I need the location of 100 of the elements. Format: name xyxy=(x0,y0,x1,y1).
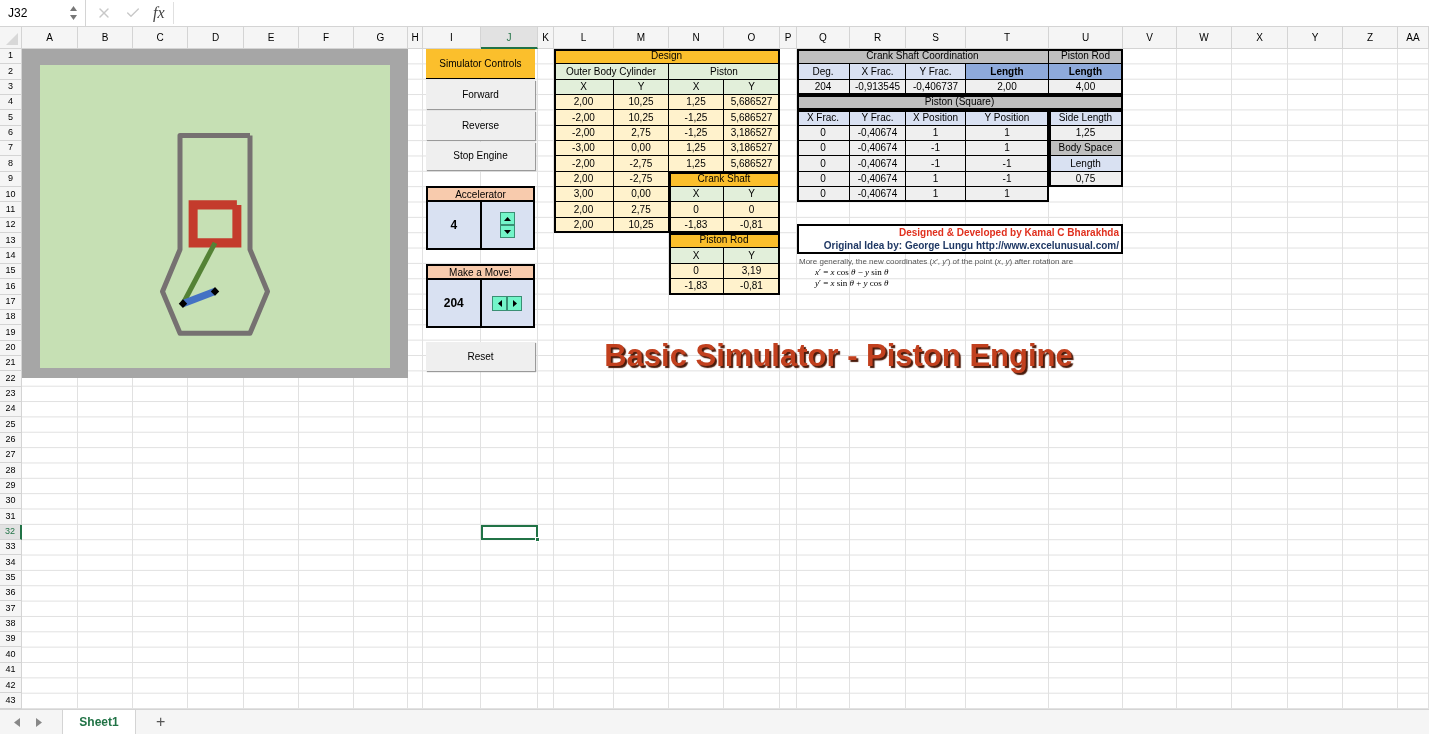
table-header: Deg. xyxy=(797,64,850,80)
row-header[interactable]: 10 xyxy=(0,187,22,203)
table-cell: 2,00 xyxy=(554,95,614,111)
reset-button[interactable]: Reset xyxy=(426,342,535,372)
name-box[interactable]: J32 xyxy=(0,0,86,26)
spin-down-button[interactable] xyxy=(499,225,515,239)
scroll-right-button[interactable] xyxy=(507,295,523,311)
column-header[interactable]: E xyxy=(244,27,299,49)
column-header[interactable]: C xyxy=(133,27,188,49)
row-header[interactable]: 13 xyxy=(0,233,22,249)
table-cell: -0,40674 xyxy=(850,141,906,157)
column-header[interactable]: AA xyxy=(1398,27,1429,49)
row-header[interactable]: 31 xyxy=(0,509,22,525)
up-arrow-icon xyxy=(503,216,511,221)
row-header[interactable]: 43 xyxy=(0,693,22,709)
table-header: Outer Body Cylinder xyxy=(554,64,669,80)
table-header: Length xyxy=(1049,156,1123,172)
designer-credit: Designed & Developed by Kamal C Bharakhda xyxy=(898,227,1119,238)
table-cell: -2,75 xyxy=(614,156,669,172)
column-header[interactable]: D xyxy=(188,27,244,49)
control-button[interactable]: Forward xyxy=(426,79,535,109)
row-header[interactable]: 22 xyxy=(0,371,22,387)
table-cell: 0,00 xyxy=(614,187,669,203)
rotation-formula: x′ = x cos θ − y sin θ xyxy=(815,268,890,278)
row-header[interactable]: 33 xyxy=(0,540,22,556)
row-header[interactable]: 14 xyxy=(0,248,22,264)
row-header[interactable]: 5 xyxy=(0,110,22,126)
spin-up-button[interactable] xyxy=(499,212,515,226)
column-header[interactable]: V xyxy=(1123,27,1177,49)
row-header[interactable]: 4 xyxy=(0,95,22,111)
row-header[interactable]: 8 xyxy=(0,156,22,172)
row-header[interactable]: 7 xyxy=(0,141,22,157)
row-header[interactable]: 39 xyxy=(0,632,22,648)
right-arrow-icon xyxy=(512,299,517,307)
row-header[interactable]: 36 xyxy=(0,586,22,602)
table-header: Y xyxy=(724,187,780,203)
column-header[interactable]: A xyxy=(22,27,78,49)
table-header: Y xyxy=(724,248,780,264)
down-arrow-icon xyxy=(503,229,511,234)
table-cell: -3,00 xyxy=(554,141,614,157)
table-cell: 2,00 xyxy=(554,202,614,218)
column-header[interactable]: F xyxy=(299,27,354,49)
row-header[interactable]: 28 xyxy=(0,463,22,479)
column-header[interactable]: G xyxy=(354,27,408,49)
column-header[interactable]: R xyxy=(850,27,906,49)
table-cell: 5,686527 xyxy=(724,95,780,111)
column-header[interactable]: T xyxy=(966,27,1049,49)
row-header[interactable]: 16 xyxy=(0,279,22,295)
column-header[interactable]: I xyxy=(423,27,481,49)
table-cell: 10,25 xyxy=(614,95,669,111)
caret-left-icon[interactable] xyxy=(14,717,20,727)
table-cell: 1 xyxy=(966,141,1049,157)
column-header[interactable]: J xyxy=(481,27,538,49)
table-cell: 5,686527 xyxy=(724,156,780,172)
table-cell: -0,40674 xyxy=(850,156,906,172)
column-header[interactable]: S xyxy=(906,27,966,49)
table-cell: 3,186527 xyxy=(724,141,780,157)
table-cell: -1 xyxy=(906,156,966,172)
control-label: Accelerator xyxy=(428,188,533,203)
table-header: X xyxy=(669,248,724,264)
row-header[interactable]: 1 xyxy=(0,49,22,65)
table-header: Length xyxy=(1049,64,1123,80)
column-header[interactable]: Z xyxy=(1343,27,1398,49)
column-header[interactable]: K xyxy=(538,27,554,49)
table-cell: 0 xyxy=(797,156,850,172)
table-cell: 5,686527 xyxy=(724,110,780,126)
row-header[interactable]: 42 xyxy=(0,678,22,694)
column-header[interactable]: W xyxy=(1177,27,1232,49)
table-cell: 0 xyxy=(724,202,780,218)
sheet-tab[interactable]: Sheet1 xyxy=(62,710,136,734)
column-header[interactable]: P xyxy=(780,27,797,49)
column-header[interactable]: O xyxy=(724,27,780,49)
row-header[interactable]: 34 xyxy=(0,555,22,571)
column-header[interactable]: H xyxy=(408,27,423,49)
column-header[interactable]: L xyxy=(554,27,614,49)
table-cell: 10,25 xyxy=(614,110,669,126)
column-header[interactable]: B xyxy=(78,27,133,49)
function-label[interactable]: fx xyxy=(153,1,165,25)
column-header[interactable]: N xyxy=(669,27,724,49)
column-header[interactable]: M xyxy=(614,27,669,49)
row-header[interactable]: 37 xyxy=(0,601,22,617)
fill-handle[interactable] xyxy=(535,537,540,542)
scroll-left-button[interactable] xyxy=(492,295,508,311)
column-header[interactable]: U xyxy=(1049,27,1123,49)
cell-reference: J32 xyxy=(8,5,28,22)
add-sheet-button[interactable]: + xyxy=(152,710,170,734)
row-header[interactable]: 25 xyxy=(0,417,22,433)
control-button[interactable]: Stop Engine xyxy=(426,141,535,171)
selected-cell[interactable] xyxy=(481,524,538,540)
column-header[interactable]: Q xyxy=(797,27,850,49)
column-header[interactable]: X xyxy=(1232,27,1288,49)
row-header[interactable]: 11 xyxy=(0,202,22,218)
row-header[interactable]: 40 xyxy=(0,647,22,663)
control-button[interactable]: Reverse xyxy=(426,110,535,140)
caret-right-icon[interactable] xyxy=(36,717,42,727)
idea-credit: Original Idea by: George Lungu http://www.excelunusual.com/ xyxy=(823,240,1119,251)
row-header[interactable]: 19 xyxy=(0,325,22,341)
row-header[interactable]: 2 xyxy=(0,64,22,80)
column-header[interactable]: Y xyxy=(1288,27,1343,49)
corner-cell[interactable] xyxy=(0,27,22,49)
